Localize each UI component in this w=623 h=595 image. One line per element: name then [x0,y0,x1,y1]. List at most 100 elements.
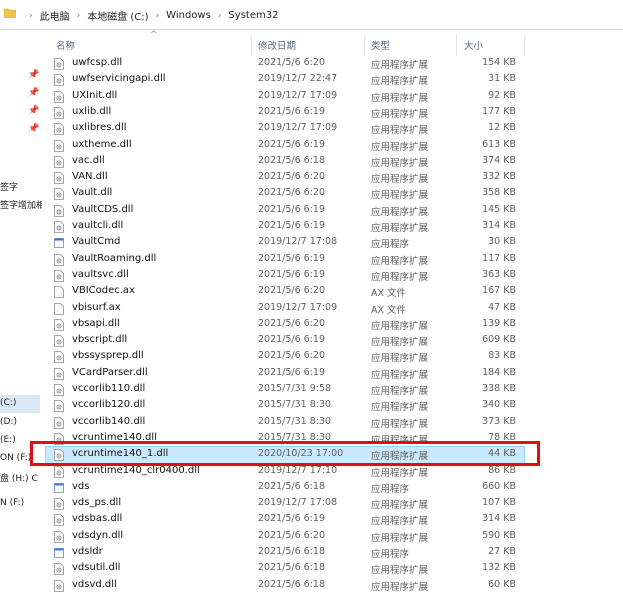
file-row[interactable]: vccorlib110.dll 2015/7/31 9:58 应用程序扩展 338 K… [46,382,524,398]
file-row[interactable]: vbscript.dll 2021/5/6 6:19 应用程序扩展 609 KB [46,333,524,349]
file-row[interactable]: UXInit.dll 2019/12/7 17:09 应用程序扩展 92 KB [46,89,524,105]
column-divider[interactable] [524,34,525,56]
pin-icon[interactable]: 📌 [28,70,39,80]
dll-file-icon [54,335,64,347]
column-divider[interactable] [456,34,457,56]
file-row[interactable]: vdsutil.dll 2021/5/6 6:18 应用程序扩展 132 KB [46,561,524,577]
file-row[interactable]: vbsapi.dll 2021/5/6 6:20 应用程序扩展 139 KB [46,317,524,333]
dll-file-icon [54,139,64,152]
dll-file-icon [54,318,64,331]
file-name: vbsapi.dll [72,317,120,329]
file-row[interactable]: vaultcli.dll 2021/5/6 6:19 应用程序扩展 314 KB [46,219,524,235]
file-type: 应用程序扩展 [371,92,429,104]
pin-icon[interactable]: 📌 [28,88,39,98]
file-row[interactable]: vds 2021/5/6 6:18 应用程序 660 KB [46,480,524,496]
breadcrumb-local-disk-c[interactable]: 本地磁盘 (C:) [87,8,148,23]
file-row[interactable]: vbisurf.ax 2019/12/7 17:09 AX 文件 47 KB [46,301,524,317]
file-size: 613 KB [482,138,516,150]
file-type: 应用程序扩展 [371,206,429,218]
exe-file-icon [54,547,64,559]
dll-file-icon [54,416,64,429]
file-row[interactable]: vbssysprep.dll 2021/5/6 6:20 应用程序扩展 83 KB [46,349,524,365]
folder-icon [4,8,16,18]
file-date: 2019/12/7 17:08 [258,497,338,509]
file-row[interactable]: Vault.dll 2021/5/6 6:20 应用程序扩展 358 KB [46,186,524,202]
file-row[interactable]: VaultCDS.dll 2021/5/6 6:19 应用程序扩展 145 KB [46,203,524,219]
file-row[interactable]: uxtheme.dll 2021/5/6 6:19 应用程序扩展 613 KB [46,138,524,154]
file-date: 2021/5/6 6:19 [258,513,326,525]
dll-file-icon [54,563,64,576]
nav-item[interactable]: 签字 [0,180,18,193]
file-row[interactable]: vdsbas.dll 2021/5/6 6:19 应用程序扩展 314 KB [46,512,524,528]
file-row[interactable]: VAN.dll 2021/5/6 6:20 应用程序扩展 332 KB [46,170,524,186]
file-row[interactable]: vds_ps.dll 2019/12/7 17:08 应用程序扩展 107 KB [46,496,524,512]
file-date: 2015/7/31 9:58 [258,383,332,394]
dll-file-icon [54,530,64,543]
dll-file-icon [54,221,64,233]
column-divider[interactable] [364,34,365,56]
file-type: 应用程序扩展 [371,76,429,88]
file-size: 609 KB [482,334,516,346]
nav-item[interactable]: 签字增加相 [0,198,42,211]
column-header-date[interactable]: 修改日期 [258,38,296,52]
file-size: 358 KB [482,187,516,199]
nav-item-drive-c[interactable]: (C:) [0,398,16,408]
file-size: 31 KB [488,73,516,85]
dll-file-icon [54,579,64,592]
file-date: 2021/5/6 6:20 [258,57,326,68]
file-row[interactable]: vccorlib140.dll 2015/7/31 8:30 应用程序扩展 373 K… [46,415,524,431]
file-size: 184 KB [482,366,516,378]
file-row[interactable]: vdsdyn.dll 2021/5/6 6:20 应用程序扩展 590 KB [46,529,524,545]
breadcrumb: › 此电脑 › 本地磁盘 (C:) › Windows › System32 [22,8,278,23]
file-size: 338 KB [482,383,516,394]
pin-icon[interactable]: 📌 [28,106,39,116]
file-date: 2021/5/6 6:18 [258,562,326,574]
file-row[interactable]: vac.dll 2021/5/6 6:18 应用程序扩展 374 KB [46,154,524,170]
file-size: 117 KB [482,252,516,264]
file-name: Vault.dll [72,187,113,199]
file-row[interactable]: vdsldr 2021/5/6 6:18 应用程序 27 KB [46,545,524,561]
file-row[interactable]: VaultRoaming.dll 2021/5/6 6:19 应用程序扩展 117 K… [46,252,524,268]
file-row[interactable]: uxlibres.dll 2019/12/7 17:09 应用程序扩展 12 KB [46,121,524,137]
file-date: 2021/5/6 6:19 [258,366,326,378]
nav-item-drive-d[interactable]: (D:) [0,417,17,427]
blank-file-icon [54,286,64,299]
file-row[interactable]: VCardParser.dll 2021/5/6 6:19 应用程序扩展 184 KB [46,366,524,382]
nav-item-drive-e[interactable]: (E:) [0,435,16,445]
breadcrumb-system32[interactable]: System32 [228,10,278,21]
file-row[interactable]: uwfcsp.dll 2021/5/6 6:20 应用程序扩展 154 KB [46,56,524,72]
pin-icon[interactable]: 📌 [28,124,39,134]
file-date: 2021/5/6 6:18 [258,154,326,166]
breadcrumb-windows[interactable]: Windows [166,10,211,21]
file-row[interactable]: VBICodec.ax 2021/5/6 6:20 AX 文件 167 KB [46,284,524,300]
nav-item-drive-f[interactable]: ON (F:) [0,453,31,463]
breadcrumb-this-pc[interactable]: 此电脑 [40,8,70,23]
file-row[interactable]: vdsvd.dll 2021/5/6 6:18 应用程序扩展 60 KB [46,578,524,594]
file-date: 2019/12/7 17:09 [258,301,338,313]
column-header-name[interactable]: 名称 [56,38,75,52]
file-row[interactable]: vccorlib120.dll 2015/7/31 8:30 应用程序扩展 340 K… [46,398,524,414]
nav-item-network-f[interactable]: N (F:) [0,498,24,508]
file-type: 应用程序扩展 [371,190,429,202]
file-name: uwfservicingapi.dll [72,73,166,85]
file-name: vdsdyn.dll [72,529,124,541]
file-name: vdsldr [72,546,103,557]
file-name: vdsvd.dll [72,578,117,590]
file-row[interactable]: uwfservicingapi.dll 2019/12/7 22:47 应用程序扩展… [46,72,524,88]
file-row[interactable]: vaultsvc.dll 2021/5/6 6:19 应用程序扩展 363 KB [46,268,524,284]
address-bar[interactable]: › 此电脑 › 本地磁盘 (C:) › Windows › System32 [0,0,623,30]
file-type: 应用程序扩展 [371,255,429,267]
column-header-type[interactable]: 类型 [371,38,390,52]
file-name: vds [72,480,90,492]
column-header-size[interactable]: 大小 [464,38,483,52]
file-date: 2019/12/7 17:10 [258,464,338,476]
file-date: 2021/5/6 6:18 [258,578,326,590]
column-divider[interactable] [251,34,252,56]
file-row[interactable]: uxlib.dll 2021/5/6 6:19 应用程序扩展 177 KB [46,105,524,121]
nav-item-drive-h[interactable]: 盘 (H:) C [0,471,38,484]
exe-file-icon [54,237,64,249]
file-name: vccorlib120.dll [72,399,146,411]
file-date: 2021/5/6 6:20 [258,529,326,541]
file-type: 应用程序扩展 [371,532,429,544]
file-row[interactable]: VaultCmd 2019/12/7 17:08 应用程序 30 KB [46,235,524,251]
